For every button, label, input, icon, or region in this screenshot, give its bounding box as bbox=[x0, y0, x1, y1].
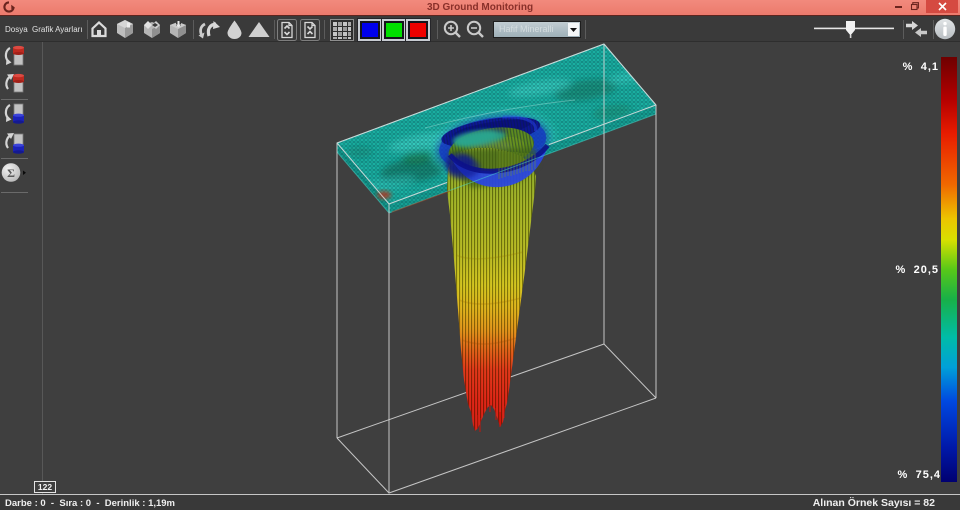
svg-text:% 75,4: % 75,4 bbox=[898, 469, 941, 481]
svg-text:% 20,5: % 20,5 bbox=[896, 264, 939, 276]
svg-text:Σ: Σ bbox=[7, 166, 15, 180]
svg-text:% 4,1: % 4,1 bbox=[903, 61, 939, 73]
